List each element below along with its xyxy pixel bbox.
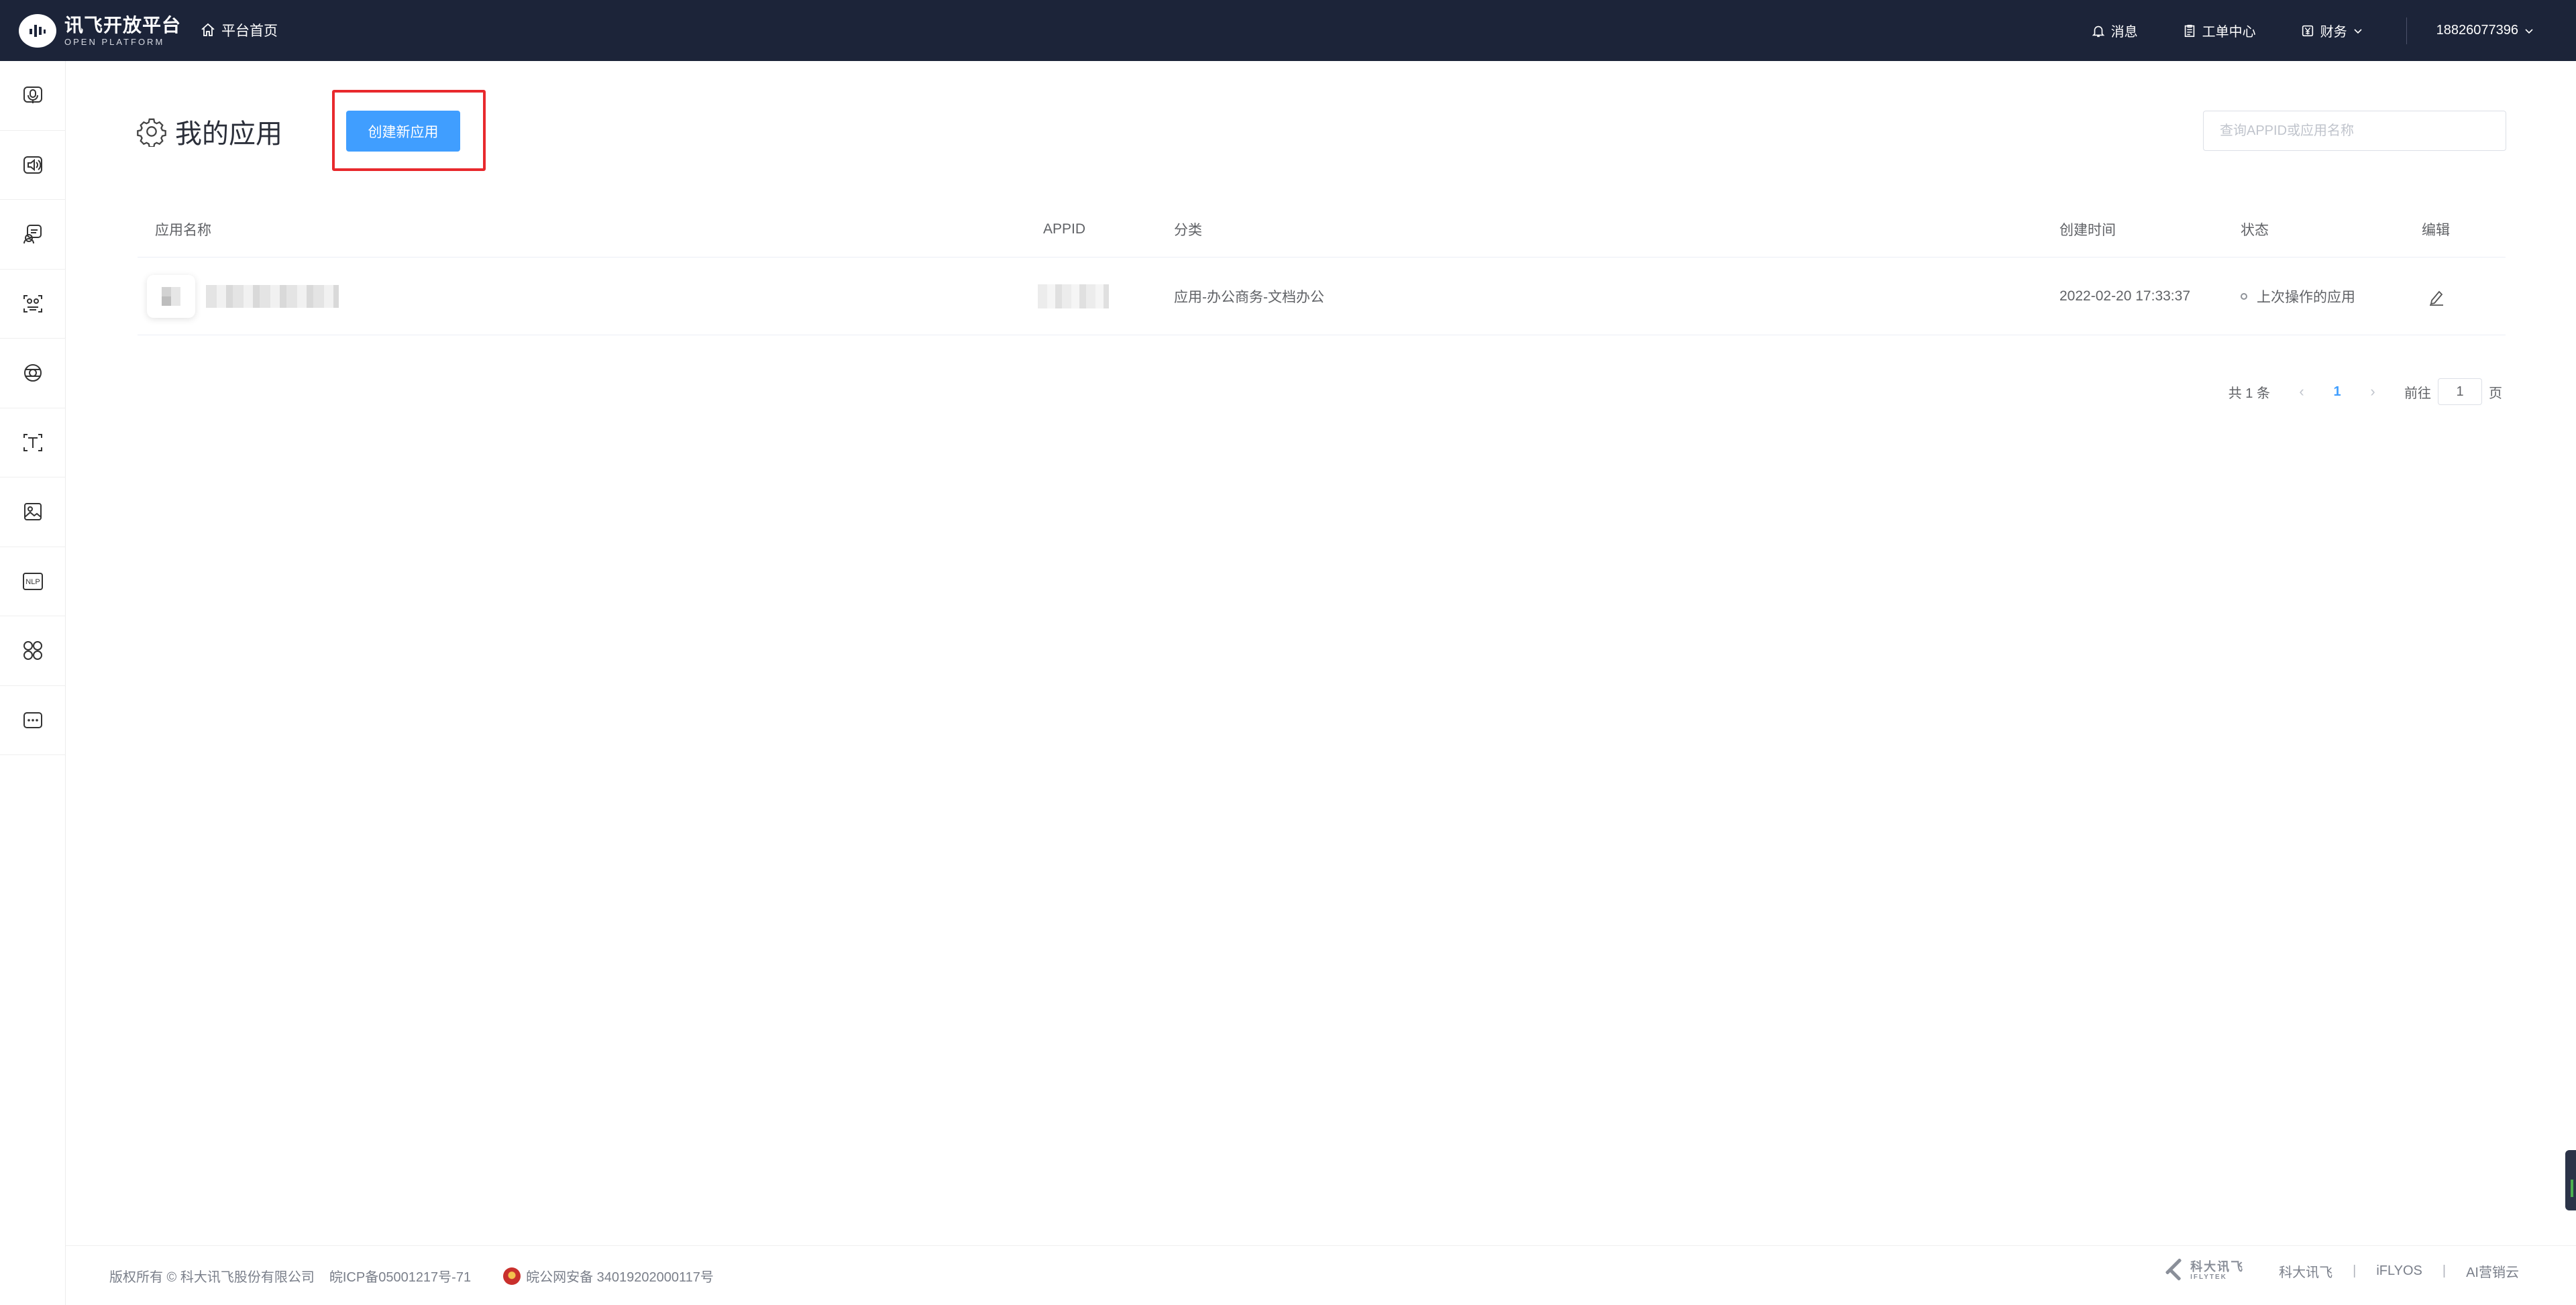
nav-divider [2406,17,2407,44]
apps-icon [23,641,42,661]
footer-left: 版权所有 © 科大讯飞股份有限公司 皖ICP备05001217号-71 皖公网安… [109,1266,729,1286]
clipboard-icon [2184,24,2194,37]
header-app-name: 应用名称 [155,222,211,238]
footer-right: 科大讯飞 IFLYTEK 科大讯飞 | iFLYOS | AI营销云 [2159,1261,2519,1281]
police-record-link[interactable]: 皖公网安备 34019202000117号 [526,1266,714,1286]
brand-en: IFLYTEK [2190,1273,2227,1281]
apps-table: 应用名称 APPID 分类 创建时间 状态 编辑 应用-办公商务-文档办公 20… [138,201,2506,335]
prev-page-button[interactable]: ‹ [2293,383,2310,400]
sidebar: NLP [0,61,66,1305]
nlp-icon: NLP [23,572,43,590]
goto-page-input[interactable] [2438,378,2482,405]
page-number-1[interactable]: 1 [2310,384,2364,400]
sidebar-item-more[interactable] [0,686,66,755]
edit-button[interactable] [2427,286,2447,306]
home-link-label: 平台首页 [221,23,278,39]
sidebar-item-speech-synthesis[interactable] [0,131,66,200]
status-text: 上次操作的应用 [2257,289,2355,305]
iflytek-logo-icon [2159,1261,2188,1281]
ticket-center-link[interactable]: 工单中心 [2182,21,2256,40]
home-icon [201,23,215,36]
appid-cell [1038,258,1109,335]
header-appid: APPID [1043,221,1086,237]
text-recognition-icon [23,433,42,451]
sidebar-item-nlp[interactable]: NLP [0,547,66,616]
more-icon [23,712,42,728]
goto-prefix: 前往 [2404,386,2431,401]
app-name-redacted [206,284,339,308]
status-dot-icon [2241,292,2247,300]
header-status: 状态 [2241,222,2269,238]
sidebar-item-face-recognition[interactable] [0,270,66,339]
messages-label: 消息 [2110,25,2138,40]
bell-icon [2092,25,2104,37]
top-navbar: 讯飞开放平台 OPEN PLATFORM 平台首页 消息 工单中心 财务 188… [0,0,2576,61]
app-name-cell[interactable] [147,258,339,335]
create-app-button[interactable]: 创建新应用 [346,111,460,152]
icp-link[interactable]: 皖ICP备05001217号-71 [329,1266,471,1286]
sidebar-item-text-recognition[interactable] [0,408,66,477]
footer-separator: | [2353,1263,2357,1278]
table-row[interactable]: 应用-办公商务-文档办公 2022-02-20 17:33:37 上次操作的应用 [138,258,2506,335]
footer-link-iflytek[interactable]: 科大讯飞 [2279,1261,2332,1281]
logo-title: 讯飞开放平台 [64,14,182,36]
platform-logo[interactable]: 讯飞开放平台 OPEN PLATFORM [19,12,181,50]
messages-link[interactable]: 消息 [2091,21,2138,40]
goto-page: 前往 页 [2404,378,2502,405]
sidebar-item-image-understanding[interactable] [0,339,66,408]
finance-dropdown[interactable]: 财务 [2300,21,2369,40]
sidebar-item-image[interactable] [0,477,66,547]
police-badge-icon [503,1267,521,1285]
ticket-center-label: 工单中心 [2202,25,2256,40]
next-page-button[interactable]: › [2364,383,2381,400]
user-menu[interactable]: 18826077396 [2436,23,2534,38]
brand-cn: 科大讯飞 [2190,1260,2245,1273]
pagination-total: 共 1 条 [2228,386,2270,401]
page-title: 我的应用 [175,119,282,149]
header-category: 分类 [1174,222,1202,238]
sidebar-item-voice-interaction[interactable] [0,200,66,270]
user-phone: 18826077396 [2436,23,2518,38]
status-cell: 上次操作的应用 [2241,258,2355,335]
table-header: 应用名称 APPID 分类 创建时间 状态 编辑 [138,201,2506,258]
home-link[interactable]: 平台首页 [200,20,278,40]
finance-label: 财务 [2320,25,2347,40]
iflytek-logo[interactable]: 科大讯飞 IFLYTEK [2159,1261,2244,1281]
speech-synthesis-icon [23,156,42,174]
face-recognition-icon [23,294,42,313]
logo-cloud-icon [19,14,56,48]
created-time-cell: 2022-02-20 17:33:37 [2059,288,2190,304]
nlp-icon-label: NLP [25,578,40,586]
appid-redacted [1038,284,1109,308]
chevron-down-icon [2354,28,2362,34]
copyright-text: 版权所有 © 科大讯飞股份有限公司 [109,1270,315,1285]
sidebar-item-apps[interactable] [0,616,66,686]
footer-link-ai-marketing[interactable]: AI营销云 [2466,1261,2519,1281]
sidebar-item-voice-dictation[interactable] [0,61,66,131]
page-header: 我的应用 [136,112,282,151]
pagination: 共 1 条 ‹ 1 › 前往 页 [2228,378,2502,405]
footer-link-iflyos[interactable]: iFLYOS [2376,1263,2422,1279]
voice-dictation-icon [23,87,42,104]
goto-suffix: 页 [2489,386,2502,401]
category-cell: 应用-办公商务-文档办公 [1174,289,1324,305]
header-created-time: 创建时间 [2059,222,2116,238]
logo-subtitle: OPEN PLATFORM [64,36,165,47]
app-icon [147,274,195,318]
footer-separator: | [2442,1263,2447,1278]
voice-interaction-icon [23,225,42,244]
image-understanding-icon [24,364,42,382]
footer-divider [66,1245,2576,1246]
edit-cell [2422,258,2447,335]
image-icon [24,503,42,521]
search-input[interactable] [2203,111,2506,151]
edit-pen-icon [2430,290,2443,306]
yen-icon [2302,25,2313,36]
gear-icon [137,118,166,147]
header-edit: 编辑 [2422,222,2450,238]
floating-side-tab[interactable] [2565,1150,2576,1210]
chevron-down-icon [2525,28,2533,34]
